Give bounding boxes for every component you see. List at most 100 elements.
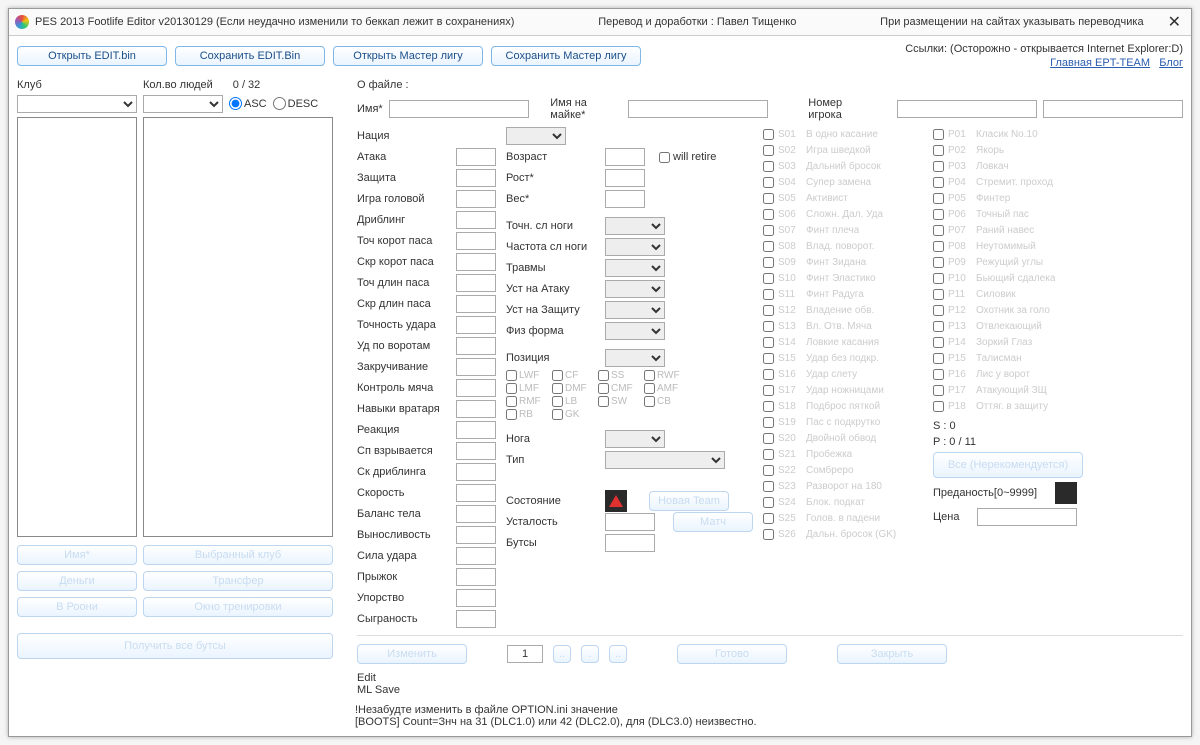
stat-sps[interactable] <box>456 253 496 271</box>
page-prev[interactable]: . <box>581 645 599 663</box>
pos-rb[interactable]: RB <box>506 409 544 420</box>
page-first[interactable]: .. <box>553 645 571 663</box>
page-next[interactable]: .. <box>609 645 627 663</box>
newteam-button[interactable]: Новая Team <box>649 491 729 511</box>
rooms-button[interactable]: В Роони <box>17 597 137 617</box>
skill-S26[interactable]: S26Дальн. бросок (GK) <box>763 527 923 542</box>
stat-shotgoal[interactable] <box>456 337 496 355</box>
money-button[interactable]: Деньги <box>17 571 137 591</box>
weakfreq-select[interactable] <box>605 238 665 256</box>
pos-lb[interactable]: LB <box>552 396 590 407</box>
play-P18[interactable]: P18Оттяг. в защиту <box>933 399 1093 414</box>
stat-ballctrl[interactable] <box>456 379 496 397</box>
stat-speed[interactable] <box>456 484 496 502</box>
skill-S02[interactable]: S02Игра шведкой <box>763 143 923 158</box>
stat-spa[interactable] <box>456 232 496 250</box>
pos-cmf[interactable]: CMF <box>598 383 636 394</box>
play-P11[interactable]: P11Силовик <box>933 287 1093 302</box>
skill-S23[interactable]: S23Разворот на 180 <box>763 479 923 494</box>
stat-shotacc[interactable] <box>456 316 496 334</box>
selected-club-button[interactable]: Выбранный клуб <box>143 545 333 565</box>
close-button[interactable]: Закрыть <box>837 644 947 664</box>
link-blog[interactable]: Блог <box>1159 57 1183 69</box>
stat-lps[interactable] <box>456 295 496 313</box>
skill-S15[interactable]: S15Удар без подкр. <box>763 351 923 366</box>
skill-S07[interactable]: S07Финт плеча <box>763 223 923 238</box>
stat-balance[interactable] <box>456 505 496 523</box>
club-select[interactable] <box>17 95 137 113</box>
skill-S17[interactable]: S17Удар ножницами <box>763 383 923 398</box>
play-P10[interactable]: P10Бьющий сдалека <box>933 271 1093 286</box>
play-P15[interactable]: P15Талисман <box>933 351 1093 366</box>
pos-lwf[interactable]: LWF <box>506 370 544 381</box>
skill-S05[interactable]: S05Активист <box>763 191 923 206</box>
boots-input[interactable] <box>605 534 655 552</box>
pos-amf[interactable]: AMF <box>644 383 682 394</box>
play-P12[interactable]: P12Охотник за голо <box>933 303 1093 318</box>
skill-S16[interactable]: S16Удар слету <box>763 367 923 382</box>
skill-S06[interactable]: S06Сложн. Дал. Уда <box>763 207 923 222</box>
skill-S18[interactable]: S18Подброс пяткой <box>763 399 923 414</box>
form-select[interactable] <box>605 322 665 340</box>
desc-radio[interactable]: DESC <box>273 97 319 110</box>
stat-expl[interactable] <box>456 442 496 460</box>
skill-S22[interactable]: S22Сомбреро <box>763 463 923 478</box>
all-button[interactable]: Все (Нерекомендуется) <box>933 452 1083 478</box>
club-listbox[interactable] <box>17 117 137 537</box>
foot-select[interactable] <box>605 430 665 448</box>
play-P14[interactable]: P14Зоркий Глаз <box>933 335 1093 350</box>
play-P07[interactable]: P07Раний навес <box>933 223 1093 238</box>
skill-S04[interactable]: S04Супер замена <box>763 175 923 190</box>
skill-S08[interactable]: S08Влад. поворот. <box>763 239 923 254</box>
skill-S20[interactable]: S20Двойной обвод <box>763 431 923 446</box>
stat-dribble[interactable] <box>456 211 496 229</box>
skill-S09[interactable]: S09Финт Зидана <box>763 255 923 270</box>
play-P06[interactable]: P06Точный пас <box>933 207 1093 222</box>
change-button[interactable]: Изменить <box>357 644 467 664</box>
position-select[interactable] <box>605 349 665 367</box>
link-ept[interactable]: Главная EPT-TEAM <box>1050 57 1150 69</box>
stat-header[interactable] <box>456 190 496 208</box>
skill-S10[interactable]: S10Финт Эластико <box>763 271 923 286</box>
stat-teamwork[interactable] <box>456 610 496 628</box>
shirt-input[interactable] <box>628 100 768 118</box>
pos-rwf[interactable]: RWF <box>644 370 682 381</box>
stat-dribspd[interactable] <box>456 463 496 481</box>
name-button[interactable]: Имя* <box>17 545 137 565</box>
play-P16[interactable]: P16Лис у ворот <box>933 367 1093 382</box>
pos-rmf[interactable]: RMF <box>506 396 544 407</box>
nation-select[interactable] <box>506 127 566 145</box>
skill-S24[interactable]: S24Блок. подкат <box>763 495 923 510</box>
save-edit-button[interactable]: Сохранить EDIT.Bin <box>175 46 325 66</box>
price-input[interactable] <box>977 508 1077 526</box>
injury-select[interactable] <box>605 259 665 277</box>
stat-lpa[interactable] <box>456 274 496 292</box>
stat-stamina[interactable] <box>456 526 496 544</box>
asc-radio[interactable]: ASC <box>229 97 267 110</box>
stat-tenac[interactable] <box>456 589 496 607</box>
skill-S01[interactable]: S01В одно касание <box>763 127 923 142</box>
age-input[interactable] <box>605 148 645 166</box>
page-input[interactable] <box>507 645 543 663</box>
type-select[interactable] <box>605 451 725 469</box>
pos-ss[interactable]: SS <box>598 370 636 381</box>
defaw-select[interactable] <box>605 301 665 319</box>
weight-input[interactable] <box>605 190 645 208</box>
play-P17[interactable]: P17Атакующий ЗЩ <box>933 383 1093 398</box>
retire-check[interactable]: will retire <box>659 151 716 163</box>
player-listbox[interactable] <box>143 117 333 537</box>
training-button[interactable]: Окно тренировки <box>143 597 333 617</box>
stat-defence[interactable] <box>456 169 496 187</box>
stat-jump[interactable] <box>456 568 496 586</box>
stat-shotpow[interactable] <box>456 547 496 565</box>
stat-gk[interactable] <box>456 400 496 418</box>
open-edit-button[interactable]: Открыть EDIT.bin <box>17 46 167 66</box>
skill-S03[interactable]: S03Дальний бросок <box>763 159 923 174</box>
play-P04[interactable]: P04Стремит. проход <box>933 175 1093 190</box>
get-boots-button[interactable]: Получить все бутсы <box>17 633 333 659</box>
pos-gk[interactable]: GK <box>552 409 590 420</box>
number-input-1[interactable] <box>897 100 1037 118</box>
pos-lmf[interactable]: LMF <box>506 383 544 394</box>
skill-S14[interactable]: S14Ловкие касания <box>763 335 923 350</box>
name-input[interactable] <box>389 100 529 118</box>
